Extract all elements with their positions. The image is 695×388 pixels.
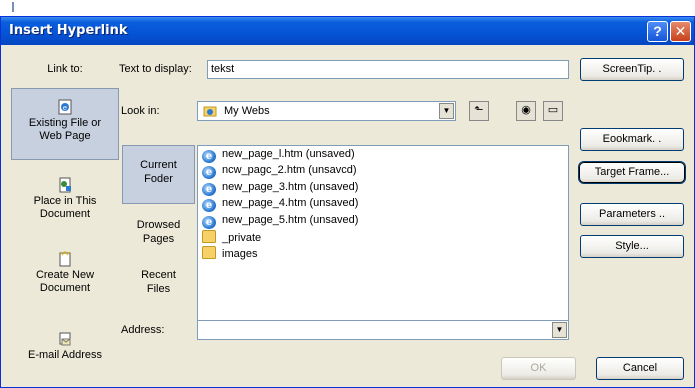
browsed-pages-tab[interactable]: Drowsed Pages bbox=[122, 218, 195, 250]
ie-page-icon: e bbox=[202, 150, 216, 163]
list-item[interactable]: images bbox=[202, 246, 257, 261]
insert-hyperlink-dialog: Insert Hyperlink ? ✕ Link to: e Existing… bbox=[0, 16, 695, 388]
up-one-folder-button[interactable]: ⬑ bbox=[469, 101, 489, 121]
web-page-icon: e bbox=[58, 99, 72, 115]
up-folder-icon: ⬑ bbox=[474, 104, 484, 116]
browse-file-button[interactable]: ▭ bbox=[543, 101, 563, 121]
background-mark bbox=[12, 2, 14, 12]
new-document-icon bbox=[59, 251, 71, 267]
link-to-label: Link to: bbox=[47, 63, 83, 75]
text-to-display-input[interactable]: tekst bbox=[207, 60, 569, 79]
list-item[interactable]: e new_page_5.htm (unsaved) bbox=[202, 213, 359, 229]
look-in-value: My Webs bbox=[224, 105, 270, 117]
nav-label-line1: Place in This bbox=[33, 195, 97, 207]
help-icon: ? bbox=[653, 23, 662, 39]
ie-page-icon: e bbox=[202, 166, 216, 179]
ie-page-icon: e bbox=[202, 199, 216, 212]
nav-label-line1: Create New bbox=[35, 269, 95, 281]
web-folder-icon bbox=[203, 106, 217, 117]
current-folder-tab[interactable]: Current Foder bbox=[122, 145, 195, 204]
ie-page-icon: e bbox=[202, 216, 216, 229]
browse-web-icon: ◉ bbox=[521, 104, 531, 116]
link-to-email-address[interactable]: E-mail Address bbox=[11, 325, 119, 373]
close-button[interactable]: ✕ bbox=[670, 21, 691, 42]
link-to-place-in-this-document[interactable]: Place in This Document bbox=[11, 171, 119, 233]
recent-files-tab[interactable]: Recent Files bbox=[122, 268, 195, 300]
current-folder-line1: Current bbox=[140, 159, 177, 171]
link-to-existing-file-or-web-page[interactable]: e Existing File or Web Page bbox=[11, 88, 119, 160]
file-list[interactable]: e new_page_l.htm (unsaved) e ncw_pagc_2.ht… bbox=[197, 145, 569, 326]
address-combobox[interactable]: ▼ bbox=[197, 320, 569, 340]
file-name: new_page_5.htm (unsaved) bbox=[222, 214, 359, 226]
link-to-create-new-document[interactable]: Create New Document bbox=[11, 245, 119, 307]
file-name: images bbox=[222, 248, 258, 260]
place-in-document-icon bbox=[59, 177, 71, 193]
title-bar[interactable]: Insert Hyperlink ? ✕ bbox=[1, 17, 694, 45]
nav-label-line1: E-mail Address bbox=[28, 349, 102, 361]
ok-button[interactable]: OK bbox=[501, 357, 576, 380]
current-folder-line2: Foder bbox=[144, 173, 173, 185]
list-item[interactable]: e new_page_4.htm (unsaved) bbox=[202, 196, 359, 212]
link-to-panel: Link to: e Existing File or Web Page Pla… bbox=[11, 55, 119, 381]
file-name: ncw_pagc_2.htm (unsavcd) bbox=[222, 164, 357, 176]
look-in-dropdown[interactable]: My Webs ▼ bbox=[197, 101, 456, 121]
cancel-button[interactable]: Cancel bbox=[596, 357, 684, 380]
folder-icon bbox=[202, 246, 216, 259]
style-button[interactable]: Style... bbox=[580, 235, 684, 258]
bookmark-button[interactable]: Eookmark. . bbox=[580, 128, 684, 151]
nav-label-line2: Document bbox=[39, 282, 91, 294]
file-name: new_page_4.htm (unsaved) bbox=[222, 197, 359, 209]
chevron-down-icon[interactable]: ▼ bbox=[552, 322, 567, 338]
parameters-button[interactable]: Parameters .. bbox=[580, 203, 684, 226]
address-label: Address: bbox=[121, 324, 165, 336]
nav-label-line2: Document bbox=[39, 208, 91, 220]
file-name: _private bbox=[222, 232, 262, 244]
recent-files-line1: Recent bbox=[141, 269, 176, 281]
target-frame-button[interactable]: Target Frame... bbox=[578, 161, 686, 184]
file-name: new_page_l.htm (unsaved) bbox=[222, 148, 355, 160]
screentip-button[interactable]: ScreenTip. . bbox=[580, 58, 684, 81]
text-to-display-label: Text to display: bbox=[119, 63, 192, 75]
help-button[interactable]: ? bbox=[647, 21, 668, 42]
ie-page-icon: e bbox=[202, 183, 216, 196]
list-item[interactable]: _private bbox=[202, 230, 261, 245]
file-name: new_page_3.htm (unsaved) bbox=[222, 181, 359, 193]
browsed-pages-line1: Drowsed bbox=[136, 219, 181, 231]
browse-web-button[interactable]: ◉ bbox=[516, 101, 536, 121]
list-item[interactable]: e ncw_pagc_2.htm (unsavcd) bbox=[202, 163, 357, 179]
dialog-title: Insert Hyperlink bbox=[9, 23, 128, 38]
nav-label-line1: Existing File or bbox=[28, 117, 102, 129]
close-icon: ✕ bbox=[674, 23, 687, 39]
open-folder-icon: ▭ bbox=[547, 104, 559, 116]
look-in-label: Look in: bbox=[121, 105, 160, 117]
email-icon bbox=[59, 332, 71, 346]
folder-icon bbox=[202, 230, 216, 243]
list-item[interactable]: e new_page_3.htm (unsaved) bbox=[202, 180, 359, 196]
nav-label-line2: Web Page bbox=[39, 130, 91, 142]
browsed-pages-line2: Pages bbox=[142, 233, 175, 245]
svg-text:e: e bbox=[63, 104, 67, 112]
chevron-down-icon[interactable]: ▼ bbox=[439, 103, 454, 119]
list-item[interactable]: e new_page_l.htm (unsaved) bbox=[202, 147, 355, 163]
recent-files-line2: Files bbox=[146, 283, 171, 295]
